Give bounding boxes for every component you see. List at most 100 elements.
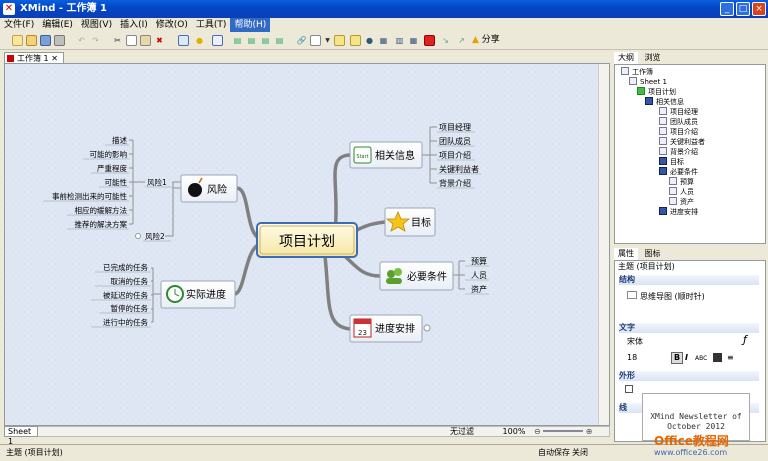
topic-schedule[interactable]: 23 进度安排 [349,314,431,343]
zoom-out-icon[interactable]: ⊖ [534,427,541,436]
tree-item[interactable]: 关键利益者 [659,137,705,147]
stop-icon[interactable] [424,35,435,46]
menu-edit[interactable]: 编辑(E) [38,18,77,32]
condition-item[interactable]: 资产 [471,284,487,294]
drill-down-icon[interactable]: ↘ [440,35,451,46]
align-icon[interactable]: ≡ [727,353,734,363]
tree-item[interactable]: 团队成员 [659,117,698,127]
minimize-button[interactable]: _ [720,2,734,16]
tree-item[interactable]: 资产 [669,197,694,207]
actual-item[interactable]: 被延迟的任务 [103,290,148,300]
central-topic[interactable]: 项目计划 [256,222,358,258]
risk-item[interactable]: 可能的影响 [90,149,128,159]
sheet-tab[interactable]: Sheet 1 [4,426,38,446]
delete-icon[interactable]: ✖ [154,35,165,46]
strikethrough-button[interactable]: ABC [695,354,707,364]
topic-icon[interactable] [178,35,189,46]
tree-item[interactable]: 进度安排 [659,207,698,217]
tree-item[interactable]: 预算 [669,177,694,187]
menu-help[interactable]: 帮助(H) [230,18,271,32]
topic-conditions[interactable]: 必要条件 [379,261,454,291]
section-shape[interactable]: 外形 [619,371,759,381]
menu-insert[interactable]: 插入(I) [116,18,152,32]
text-color-button[interactable] [713,353,722,362]
topic-related-info[interactable]: Start 相关信息 [349,141,423,169]
cut-icon[interactable]: ✂ [112,35,123,46]
topic-actual-progress[interactable]: 实际进度 [160,280,236,309]
tab-outline[interactable]: 大纲 [614,52,638,64]
floating-topic-icon[interactable]: ▤ [246,35,257,46]
relationship-icon[interactable]: ▤ [260,35,271,46]
related-item[interactable]: 项目介绍 [439,150,471,160]
tab-properties[interactable]: 属性 [614,248,638,260]
mindmap-canvas[interactable]: 项目计划 Start 相关信息 项目经理 团队成员 项目介绍 关键利益者 背景介… [4,63,610,426]
tab-browse[interactable]: 浏览 [641,52,665,64]
tree-item[interactable]: Sheet 1 [629,77,667,87]
structure-dropdown[interactable]: 思维导图 (顺时针) [627,291,705,302]
related-item[interactable]: 团队成员 [439,136,471,146]
actual-item[interactable]: 进行中的任务 [103,317,148,327]
menu-file[interactable]: 文件(F) [0,18,38,32]
print-icon[interactable] [54,35,65,46]
font-style-icon[interactable]: ƒ [743,334,747,345]
risk2-topic[interactable]: 风险2 [145,231,165,241]
save-icon[interactable] [40,35,51,46]
image-dropdown-icon[interactable]: ▼ [322,35,333,46]
expand-icon[interactable] [423,324,431,332]
share-button[interactable]: ▲ 分享 [472,35,500,46]
label-icon[interactable] [350,35,361,46]
paste-icon[interactable] [140,35,151,46]
risk-item[interactable]: 严重程度 [97,163,127,173]
actual-item[interactable]: 已完成的任务 [103,262,148,272]
section-structure[interactable]: 结构 [619,275,759,285]
related-item[interactable]: 关键利益者 [439,164,479,174]
font-size-select[interactable]: 18 [627,353,637,363]
maximize-button[interactable]: □ [736,2,750,16]
idea-icon[interactable]: ● [194,35,205,46]
italic-button[interactable]: I [685,353,688,363]
condition-item[interactable]: 预算 [471,256,487,266]
topic-risk[interactable]: 风险 [180,174,238,203]
actual-item[interactable]: 取消的任务 [111,276,149,286]
close-tab-icon[interactable]: ✕ [51,54,58,63]
risk-item[interactable]: 相应的缓解方法 [75,205,128,215]
zoom-in-icon[interactable]: ⊕ [586,427,593,436]
risk-item[interactable]: 描述 [112,135,127,145]
menu-tools[interactable]: 工具(T) [192,18,231,32]
related-item[interactable]: 背景介绍 [439,178,471,188]
copy-icon[interactable] [126,35,137,46]
tree-item[interactable]: 必要条件 [659,167,698,177]
tree-item[interactable]: 项目经理 [659,107,698,117]
tree-item[interactable]: 工作簿 [621,67,653,77]
tree-item[interactable]: 人员 [669,187,694,197]
redo-icon[interactable]: ↷ [90,35,101,46]
drill-up-icon[interactable]: ↗ [456,35,467,46]
subtopic-icon[interactable]: ▤ [232,35,243,46]
shape-checkbox[interactable] [625,385,633,393]
new-icon[interactable] [12,35,23,46]
font-select[interactable]: 宋体 [627,337,643,347]
tree-item[interactable]: 相关信息 [645,97,684,107]
autosave-state[interactable]: 关闭 [572,445,588,461]
menu-view[interactable]: 视图(V) [77,18,116,32]
image-icon[interactable] [310,35,321,46]
marker-icon[interactable]: ● [364,35,375,46]
tree-item[interactable]: 背景介绍 [659,147,698,157]
boundary-icon[interactable] [212,35,223,46]
note-icon[interactable] [334,35,345,46]
risk1-topic[interactable]: 风险1 [147,177,167,187]
autosave-label[interactable]: 自动保存 [538,445,570,461]
tree-item[interactable]: 项目介绍 [659,127,698,137]
outline-tree[interactable]: 工作簿 Sheet 1 项目计划 相关信息 项目经理 团队成员 项目介绍 关键利… [614,64,766,244]
related-item[interactable]: 项目经理 [439,122,471,132]
summary-icon[interactable]: ▤ [274,35,285,46]
tab-icons[interactable]: 图标 [641,248,665,260]
risk-item[interactable]: 推荐的解决方案 [75,219,128,229]
topic-goal[interactable]: 目标 [384,207,436,237]
presentation-icon[interactable]: ▦ [408,35,419,46]
tree-item[interactable]: 目标 [659,157,684,167]
condition-item[interactable]: 人员 [471,271,487,280]
undo-icon[interactable]: ↶ [76,35,87,46]
actual-item[interactable]: 暂停的任务 [111,303,149,313]
tree-item[interactable]: 项目计划 [637,87,676,97]
